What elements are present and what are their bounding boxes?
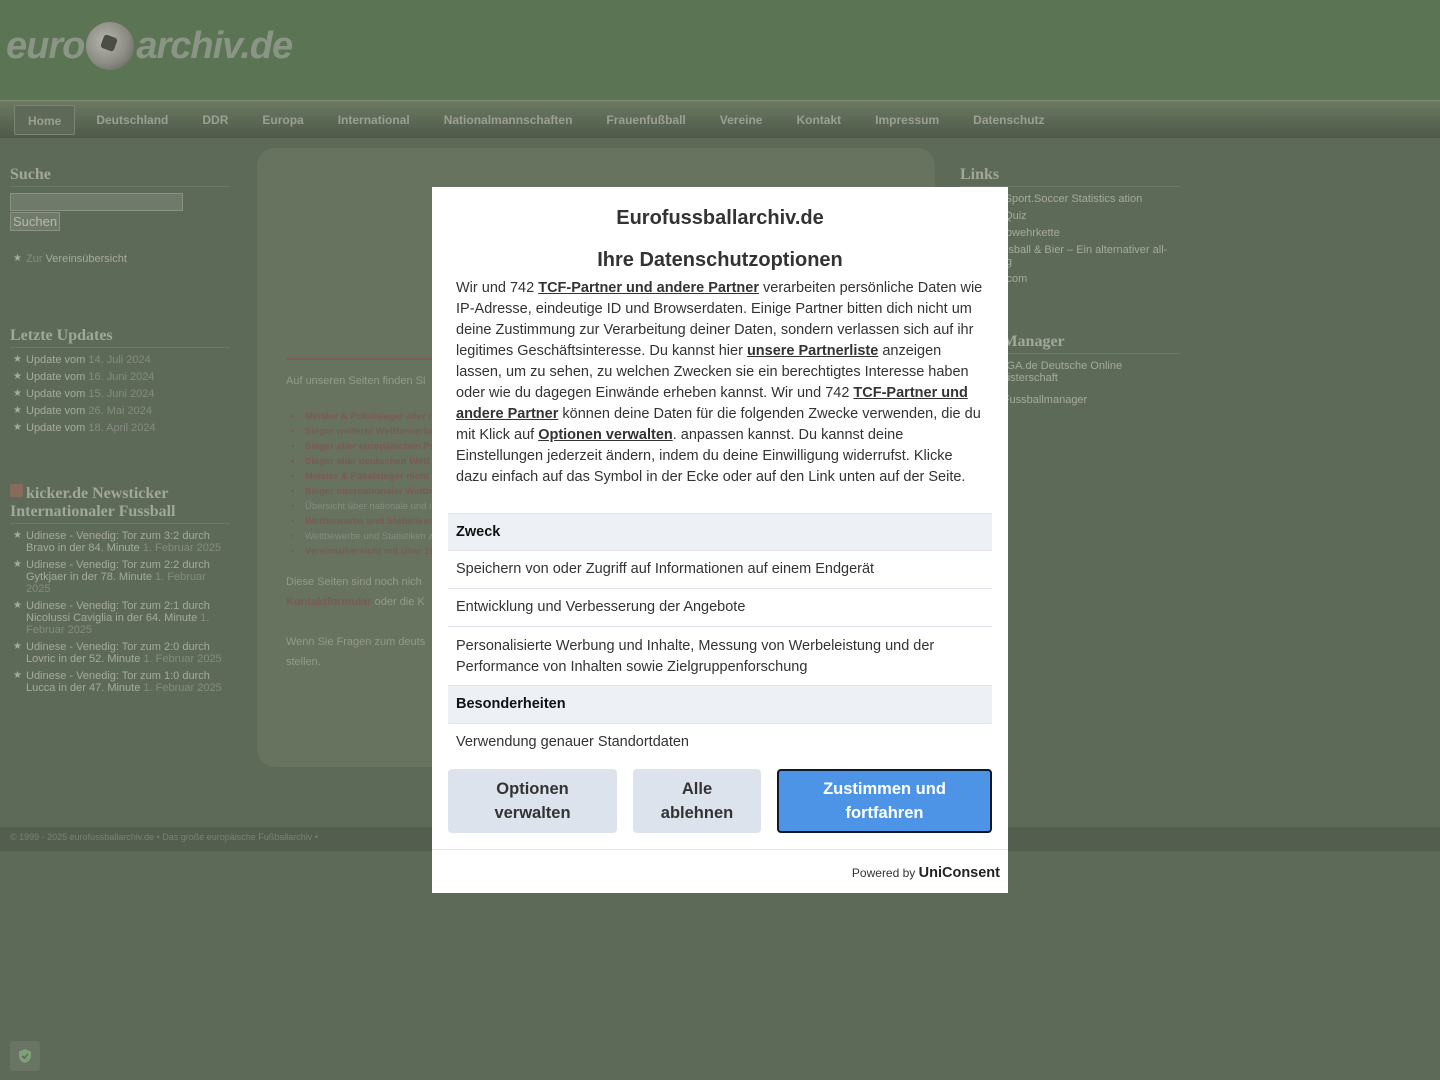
update-link[interactable]: Update vom (26, 354, 85, 366)
nav-nationalmannschaften[interactable]: Nationalmannschaften (427, 105, 590, 135)
search-button[interactable]: Suchen (10, 212, 61, 231)
tcf-partner-link[interactable]: TCF-Partner und andere Partner (538, 280, 759, 296)
star-icon: ★ (13, 670, 22, 681)
site-logo[interactable]: euro archiv.de (6, 22, 293, 70)
content-text: Übersicht über nationale und i (286, 499, 435, 514)
powered-by: Powered by UniConsent (851, 865, 1000, 881)
ticker-heading: kicker.de Newsticker Internationaler Fus… (10, 484, 230, 524)
content-link[interactable]: Wettbewerbe und Statistiken (286, 514, 435, 529)
update-link[interactable]: Update vom (26, 405, 85, 417)
nav-international[interactable]: International (321, 105, 427, 135)
football-icon (86, 22, 135, 70)
ticker-item: ★ Udinese - Venedig: Tor zum 1:0 durch Lu… (13, 670, 222, 694)
logo-text-left: euro (6, 24, 85, 67)
update-item: ★ Update vom 26. Mai 2024 (13, 405, 152, 417)
purpose-item: Personalisierte Werbung und Inhalte, Mes… (448, 626, 992, 686)
purpose-item: Speichern von oder Zugriff auf Informati… (448, 550, 992, 588)
update-item: ★ Update vom 18. April 2024 (13, 422, 156, 434)
star-icon: ★ (13, 422, 22, 433)
reject-all-button[interactable]: Alle ablehnen (633, 769, 761, 833)
content-link[interactable]: Sieger weiterer Wettbewerbe (286, 424, 435, 439)
uniconsent-brand-link[interactable]: UniConsent (919, 865, 1000, 881)
shield-icon (19, 1049, 31, 1063)
manage-options-button[interactable]: Optionen verwalten (448, 769, 617, 833)
star-icon: ★ (13, 405, 22, 416)
nav-vereine[interactable]: Vereine (703, 105, 780, 135)
ticker-item: ★ Udinese - Venedig: Tor zum 2:0 durch Lo… (13, 641, 222, 665)
content-text: Wettbewerbe und Statistiken z (286, 529, 435, 544)
left-sidebar: Suche Suchen ★ Zur Vereinsübersicht Letzt… (10, 166, 230, 699)
update-link[interactable]: Update vom (26, 422, 85, 434)
star-icon: ★ (13, 530, 22, 541)
vereinsuebersicht-link[interactable]: Vereinsübersicht (46, 253, 127, 265)
updates-list: ★ Update vom 14. Juli 2024 ★ Update vom 16… (10, 354, 230, 434)
nav-deutschland[interactable]: Deutschland (79, 105, 185, 135)
search-input[interactable] (10, 193, 183, 211)
consent-site-name: Eurofussballarchiv.de (616, 207, 824, 229)
star-icon: ★ (13, 253, 22, 264)
dialog-divider (432, 849, 1008, 850)
main-nav: Home Deutschland DDR Europa Internationa… (0, 100, 1440, 138)
update-item: ★ Update vom 14. Juli 2024 (13, 354, 151, 366)
star-icon: ★ (13, 388, 22, 399)
nav-impressum[interactable]: Impressum (858, 105, 956, 135)
star-icon: ★ (13, 559, 22, 570)
nav-europa[interactable]: Europa (245, 105, 320, 135)
updates-heading: Letzte Updates (10, 327, 230, 348)
content-link[interactable]: Sieger aller deutschen Wett (286, 454, 435, 469)
special-feature-item: Verwendung genauer Standortdaten (448, 723, 992, 761)
partner-list-link[interactable]: unsere Partnerliste (747, 343, 878, 359)
privacy-settings-button[interactable] (10, 1041, 40, 1071)
ticker-item: ★ Udinese - Venedig: Tor zum 2:2 durch Gy… (13, 559, 210, 595)
update-link[interactable]: Update vom (26, 388, 85, 400)
paragraph-2: Wenn Sie Fragen zum deuts stellen. (286, 636, 426, 668)
content-link[interactable]: Meister & Pokalsieger aller d (286, 409, 435, 424)
nav-datenschutz[interactable]: Datenschutz (956, 105, 1061, 135)
intro-text: Auf unseren Seiten finden Si (286, 375, 426, 387)
star-icon: ★ (13, 641, 22, 652)
update-item: ★ Update vom 16. Juni 2024 (13, 371, 155, 383)
ticker-item: ★ Udinese - Venedig: Tor zum 3:2 durch Br… (13, 530, 222, 554)
kontaktformular-link[interactable]: Kontaktformular (286, 596, 372, 608)
nav-frauenfussball[interactable]: Frauenfußball (589, 105, 702, 135)
manage-options-link[interactable]: Optionen verwalten (538, 427, 673, 443)
consent-body-text: Wir und 742 TCF-Partner und andere Partn… (456, 280, 983, 485)
content-link[interactable]: Meister & Pokalsieger nicht (286, 469, 435, 484)
content-link[interactable]: Vereinsübersicht mit über 16 (286, 544, 435, 559)
search-heading: Suche (10, 166, 230, 187)
list-item: ★ Zur Vereinsübersicht (13, 253, 127, 265)
purpose-heading: Zweck (448, 513, 992, 551)
update-link[interactable]: Update vom (26, 371, 85, 383)
consent-dialog: Eurofussballarchiv.de Ihre Datenschutzop… (432, 187, 1008, 893)
star-icon: ★ (13, 600, 22, 611)
content-link[interactable]: Sieger aller europäischen Po (286, 439, 435, 454)
purpose-item: Entwicklung und Verbesserung der Angebot… (448, 588, 992, 626)
links-heading: Links (960, 166, 1180, 187)
nav-kontakt[interactable]: Kontakt (779, 105, 858, 135)
logo-text-right: archiv.de (136, 24, 293, 67)
accept-and-continue-button[interactable]: Zustimmen und fortfahren (777, 769, 992, 833)
nav-ddr[interactable]: DDR (185, 105, 245, 135)
update-item: ★ Update vom 15. Juni 2024 (13, 388, 155, 400)
ticker-item: ★ Udinese - Venedig: Tor zum 2:1 durch Ni… (13, 600, 210, 636)
site-header: euro archiv.de (0, 0, 1440, 100)
content-link-list: Meister & Pokalsieger aller d Sieger wei… (286, 409, 435, 559)
paragraph-1: Diese Seiten sind noch nich Kontaktformu… (286, 576, 425, 608)
star-icon: ★ (13, 354, 22, 365)
rss-icon[interactable] (10, 484, 23, 497)
special-features-heading: Besonderheiten (448, 685, 992, 723)
vereins-link-list: ★ Zur Vereinsübersicht (10, 253, 230, 265)
consent-title: Ihre Datenschutzoptionen (597, 249, 843, 271)
ticker-link[interactable]: Udinese - Venedig: Tor zum 2:1 durch Nic… (26, 600, 210, 624)
nav-home[interactable]: Home (14, 104, 76, 135)
star-icon: ★ (13, 371, 22, 382)
ticker-list: ★ Udinese - Venedig: Tor zum 3:2 durch Br… (10, 530, 230, 694)
content-link[interactable]: Sieger internationaler Wettb (286, 484, 435, 499)
